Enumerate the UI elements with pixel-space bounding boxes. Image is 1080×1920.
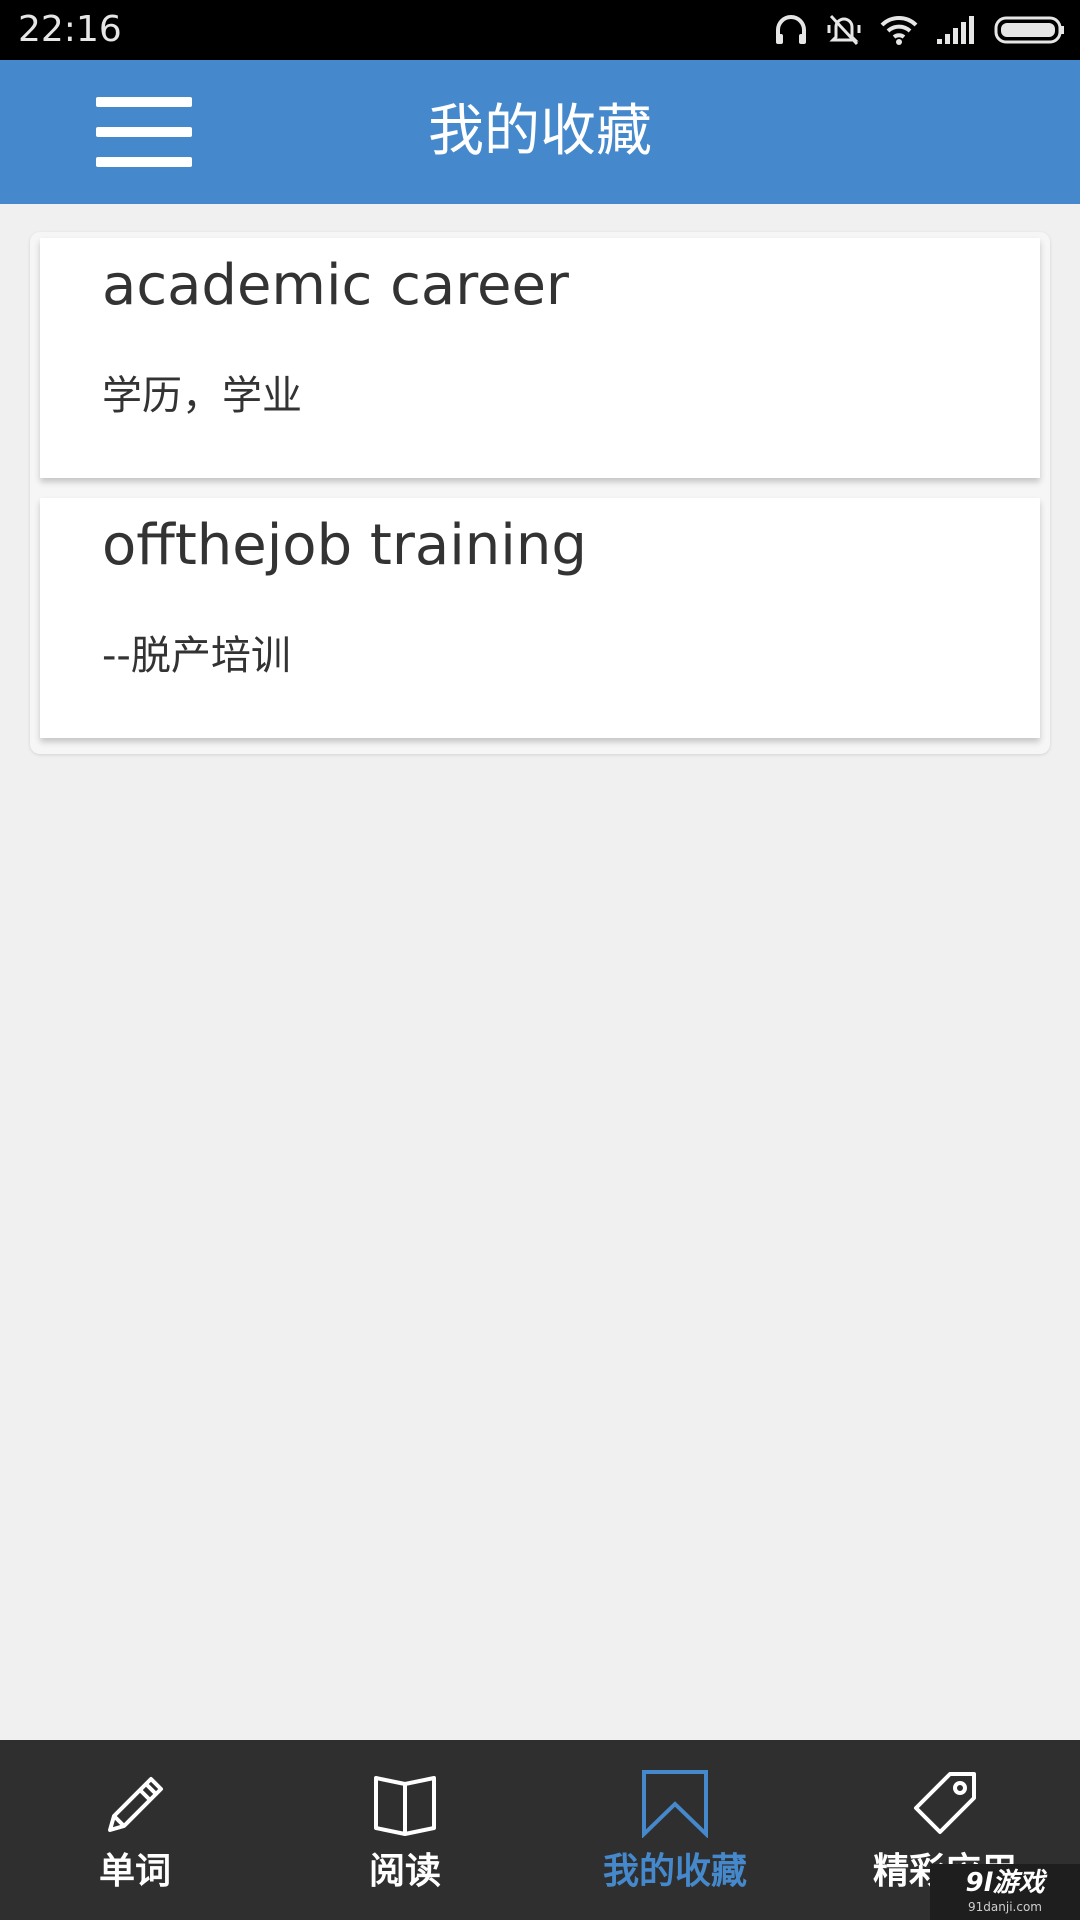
nav-label: 单词 — [98, 1851, 171, 1892]
bottom-nav: 单词 阅读 我的收藏 精彩应用 — [0, 1740, 1080, 1920]
page-title: 我的收藏 — [428, 99, 652, 164]
hamburger-menu-icon — [96, 97, 192, 107]
wifi-icon — [880, 15, 918, 45]
favorites-list: academic career 学历，学业 offthejob training… — [30, 232, 1050, 754]
favorite-word: offthejob training — [102, 513, 587, 578]
app-bar: 我的收藏 — [0, 60, 1080, 204]
status-time: 22:16 — [18, 9, 122, 50]
favorite-meaning: --脱产培训 — [102, 633, 291, 679]
app-root: 22:16 我的收藏 academic career 学历，学业 offthej… — [0, 0, 1080, 1920]
tag-icon — [914, 1772, 976, 1834]
favorite-word: academic career — [102, 253, 569, 318]
favorite-card[interactable]: academic career 学历，学业 — [40, 238, 1040, 478]
watermark-logo: 9l游戏 91danji.com — [930, 1864, 1080, 1920]
mute-icon — [827, 14, 861, 46]
nav-item-words[interactable]: 单词 — [0, 1740, 270, 1920]
menu-button[interactable] — [96, 88, 192, 176]
bookmark-icon — [642, 1770, 708, 1838]
status-bar: 22:16 — [0, 0, 1080, 60]
favorites-content: academic career 学历，学业 offthejob training… — [0, 204, 1080, 1740]
nav-label: 我的收藏 — [602, 1851, 747, 1892]
nav-item-favorites[interactable]: 我的收藏 — [540, 1740, 810, 1920]
watermark-url: 91danji.com — [968, 1900, 1042, 1914]
status-icons — [774, 10, 1066, 50]
battery-icon — [994, 16, 1064, 44]
favorite-card[interactable]: offthejob training --脱产培训 — [40, 498, 1040, 738]
nav-item-reading[interactable]: 阅读 — [270, 1740, 540, 1920]
watermark-brand: 9l游戏 — [965, 1868, 1045, 1898]
favorite-meaning: 学历，学业 — [102, 373, 302, 419]
nav-label: 阅读 — [368, 1851, 441, 1892]
pencil-icon — [108, 1777, 163, 1832]
headphones-icon — [776, 15, 806, 44]
signal-icon — [937, 16, 974, 44]
book-icon — [374, 1776, 436, 1836]
